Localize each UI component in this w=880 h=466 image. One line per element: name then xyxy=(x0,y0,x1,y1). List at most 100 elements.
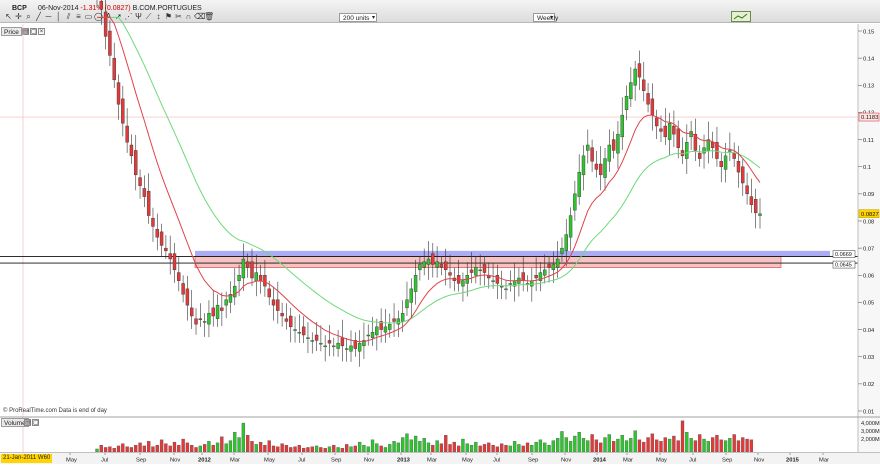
price-marker-label: 0.0827 xyxy=(861,212,879,218)
volume-bar xyxy=(590,434,594,452)
volume-bar xyxy=(224,443,228,452)
volume-bar xyxy=(211,444,215,452)
candle-body xyxy=(245,261,250,268)
copyright-note: © ProRealTime.com Data is end of day xyxy=(3,408,107,414)
volume-bar xyxy=(207,441,211,452)
volume-bar xyxy=(693,440,698,452)
price-tick-label: 0.03 xyxy=(863,355,874,361)
volume-bar xyxy=(500,443,504,452)
volume-bar xyxy=(547,444,551,452)
volume-bar xyxy=(624,440,629,452)
volume-bar xyxy=(637,439,642,452)
volume-bar xyxy=(543,442,547,452)
volume-tick-label: 4,000M xyxy=(861,421,880,427)
volume-zoom-icon[interactable]: ▢ xyxy=(32,419,39,426)
candle-body xyxy=(521,272,525,281)
candle-body xyxy=(753,199,758,214)
volume-bar xyxy=(745,438,749,452)
candle-body xyxy=(508,283,512,285)
price-tick-label: 0.15 xyxy=(863,29,874,35)
candle-body xyxy=(426,258,431,265)
candle-body xyxy=(357,342,362,352)
price-tick-label: 0.06 xyxy=(863,274,874,280)
candle-body xyxy=(280,313,284,317)
candle-body xyxy=(719,161,723,167)
volume-bar xyxy=(250,441,254,452)
candle-body xyxy=(134,150,138,176)
candle-body xyxy=(400,313,405,322)
volume-bar xyxy=(172,441,177,452)
candle-body xyxy=(642,79,646,91)
candle-body xyxy=(297,332,302,334)
candle-body xyxy=(258,275,263,281)
candle-body xyxy=(177,272,181,281)
volume-bar xyxy=(280,443,284,452)
volume-bar xyxy=(422,438,426,452)
volume-tick-label: 2,000M xyxy=(861,437,880,443)
volume-bar xyxy=(719,439,723,452)
candle-body xyxy=(289,315,293,328)
candle-body xyxy=(116,82,121,105)
candle-body xyxy=(624,95,629,110)
volume-bar xyxy=(418,441,422,452)
volume-bar xyxy=(663,437,667,452)
volume-panel: 4,000M 3,000M 2,000M xyxy=(0,416,880,452)
volume-bar xyxy=(723,440,728,452)
candle-body xyxy=(469,269,474,273)
candle-body xyxy=(409,288,413,303)
candle-body xyxy=(620,114,624,138)
candle-body xyxy=(164,247,168,252)
price-tick-label: 0.11 xyxy=(863,138,874,144)
volume-bar xyxy=(405,433,409,452)
candle-body xyxy=(633,68,637,86)
volume-bar xyxy=(620,435,624,452)
volume-bar xyxy=(431,444,435,452)
volume-bar xyxy=(99,444,103,452)
candle-body xyxy=(439,264,444,268)
candle-body xyxy=(667,123,672,140)
volume-bar xyxy=(732,434,736,452)
candle-body xyxy=(629,82,633,100)
candle-body xyxy=(366,334,370,337)
volume-bar xyxy=(177,444,181,452)
candle-body xyxy=(431,253,435,265)
volume-bar xyxy=(444,435,448,452)
candle-body xyxy=(155,228,159,238)
volume-bar xyxy=(439,443,444,452)
volume-bar xyxy=(728,438,732,452)
candle-body xyxy=(568,215,573,238)
candle-body xyxy=(263,275,267,287)
candle-body xyxy=(758,213,762,216)
volume-bar xyxy=(586,440,590,452)
volume-bar xyxy=(706,441,710,452)
volume-bar xyxy=(512,441,517,452)
candle-body xyxy=(237,275,241,281)
volume-bar xyxy=(370,439,375,452)
candle-body xyxy=(422,261,426,268)
candle-body xyxy=(599,163,603,176)
candle-body xyxy=(310,340,314,342)
candle-body xyxy=(474,266,478,276)
volume-bar xyxy=(538,439,543,452)
candle-body xyxy=(112,57,116,81)
candle-body xyxy=(732,152,736,159)
volume-bar xyxy=(633,430,637,452)
volume-settings-icon[interactable]: ▤ xyxy=(24,419,31,426)
volume-bar xyxy=(702,438,706,452)
candle-body xyxy=(676,128,680,148)
candle-body xyxy=(211,307,215,317)
moving-averages xyxy=(97,16,761,343)
candle-body xyxy=(551,264,556,271)
candle-body xyxy=(659,128,663,132)
line-label: 0.0669 xyxy=(835,252,852,258)
candle-body xyxy=(396,318,401,325)
price-tick-label: 0.1 xyxy=(863,165,871,171)
price-marker-label: 0.1183 xyxy=(861,115,878,121)
volume-bar xyxy=(736,440,741,452)
price-tick-label: 0.04 xyxy=(863,328,875,334)
price-chart[interactable]: 0.150.140.130.120.110.10.090.080.070.060… xyxy=(0,0,880,452)
candle-body xyxy=(388,323,392,330)
candle-body xyxy=(190,307,194,317)
candle-body xyxy=(650,98,655,116)
volume-bar xyxy=(603,437,607,452)
